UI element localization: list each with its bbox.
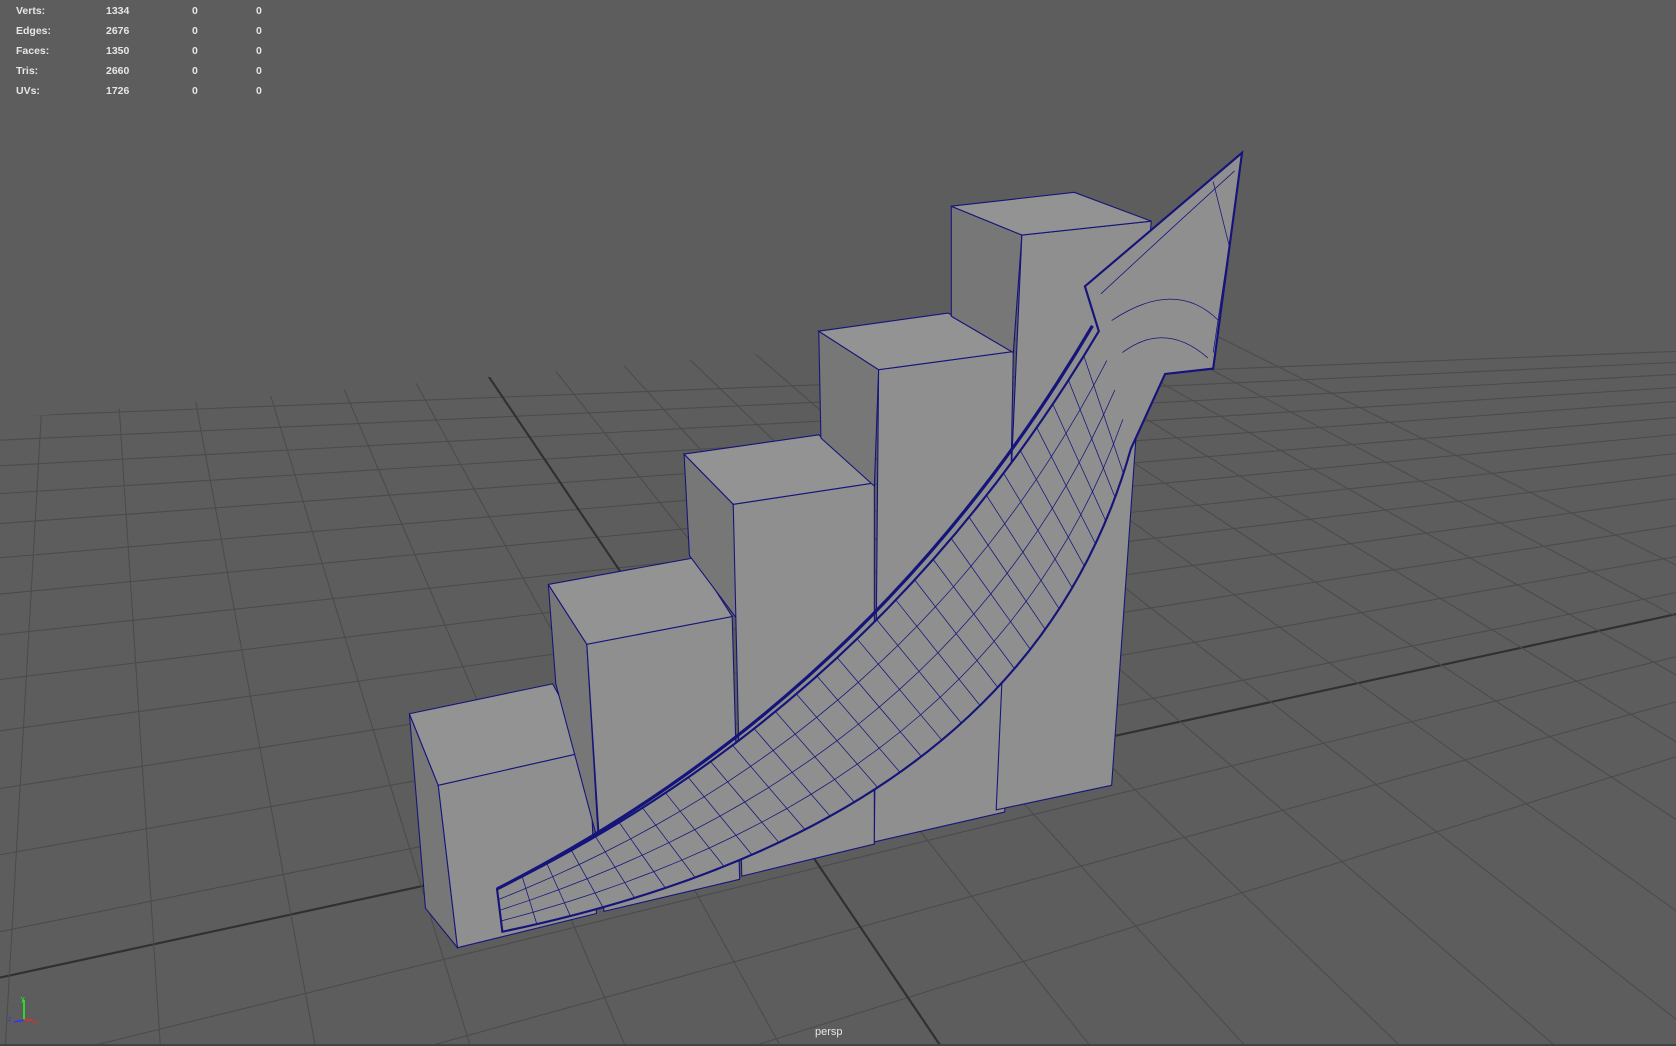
stat-other: 0	[256, 45, 262, 57]
poly-count-hud: Verts: 1334 0 0 Edges: 2676 0 0 Faces: 1350 0 0 Tris…	[16, 1, 276, 101]
stat-label: Edges:	[16, 25, 52, 37]
stat-total: 1726	[106, 85, 130, 97]
stat-total: 2676	[106, 25, 130, 37]
stat-label: UVs:	[16, 85, 40, 97]
stat-selected: 0	[192, 25, 198, 37]
stat-row: Edges: 2676 0 0	[16, 21, 276, 41]
stat-total: 1350	[106, 45, 130, 57]
stat-selected: 0	[192, 45, 198, 57]
stat-row: Tris: 2660 0 0	[16, 61, 276, 81]
axis-z-label: z	[8, 1016, 12, 1023]
viewport-persp[interactable]: Verts: 1334 0 0 Edges: 2676 0 0 Faces: 1350 0 0 Tris…	[0, 0, 1676, 1046]
stat-label: Faces:	[16, 45, 50, 57]
camera-name-label: persp	[815, 1026, 843, 1038]
stat-other: 0	[256, 65, 262, 77]
stat-selected: 0	[192, 5, 198, 17]
stat-other: 0	[256, 25, 262, 37]
stat-total: 2660	[106, 65, 130, 77]
grid-line	[92, 275, 161, 1046]
axis-gizmo-icon: y x z	[8, 996, 37, 1025]
stat-selected: 0	[192, 65, 198, 77]
axis-x-label: x	[33, 1019, 37, 1025]
stat-row: Faces: 1350 0 0	[16, 41, 276, 61]
scene-canvas[interactable]	[0, 0, 1676, 1046]
stat-total: 1334	[106, 5, 130, 17]
stat-label: Verts:	[16, 5, 46, 17]
stat-label: Tris:	[16, 65, 39, 77]
axis-y-label: y	[21, 996, 25, 1003]
stat-row: UVs: 1726 0 0	[16, 81, 276, 101]
stat-selected: 0	[192, 85, 198, 97]
stat-other: 0	[256, 5, 262, 17]
grid-line	[148, 275, 471, 1046]
stat-other: 0	[256, 85, 262, 97]
stat-row: Verts: 1334 0 0	[16, 1, 276, 21]
